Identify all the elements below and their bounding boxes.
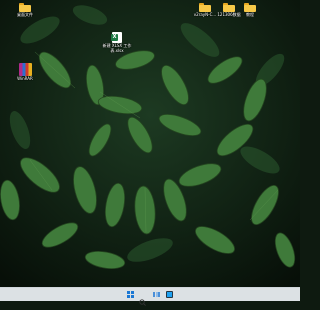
folder-icon (19, 3, 31, 12)
start-icon[interactable] (127, 291, 134, 298)
task-view-icon[interactable] (153, 291, 160, 298)
taskbar (0, 287, 300, 306)
wallpaper-leaves (0, 0, 300, 287)
desktop-icon-winrar[interactable]: WinRAR (8, 63, 42, 81)
desktop-icon-folder-tutorial[interactable]: 教程 (233, 3, 267, 17)
desktop: 桌面文件 v2rayN-C... 121306数据 教程 新建 XLSX 工作表… (0, 0, 300, 287)
folder-icon (244, 3, 256, 12)
desktop-icon-folder-desktop-files[interactable]: 桌面文件 (8, 3, 42, 17)
excel-icon (111, 32, 122, 43)
desktop-icon-excel-file[interactable]: 新建 XLSX 工作表.xlsx (100, 32, 134, 53)
pinned-app-icon[interactable] (166, 291, 173, 298)
winrar-icon (18, 63, 32, 76)
search-icon[interactable] (139, 291, 146, 306)
folder-icon (199, 3, 211, 12)
